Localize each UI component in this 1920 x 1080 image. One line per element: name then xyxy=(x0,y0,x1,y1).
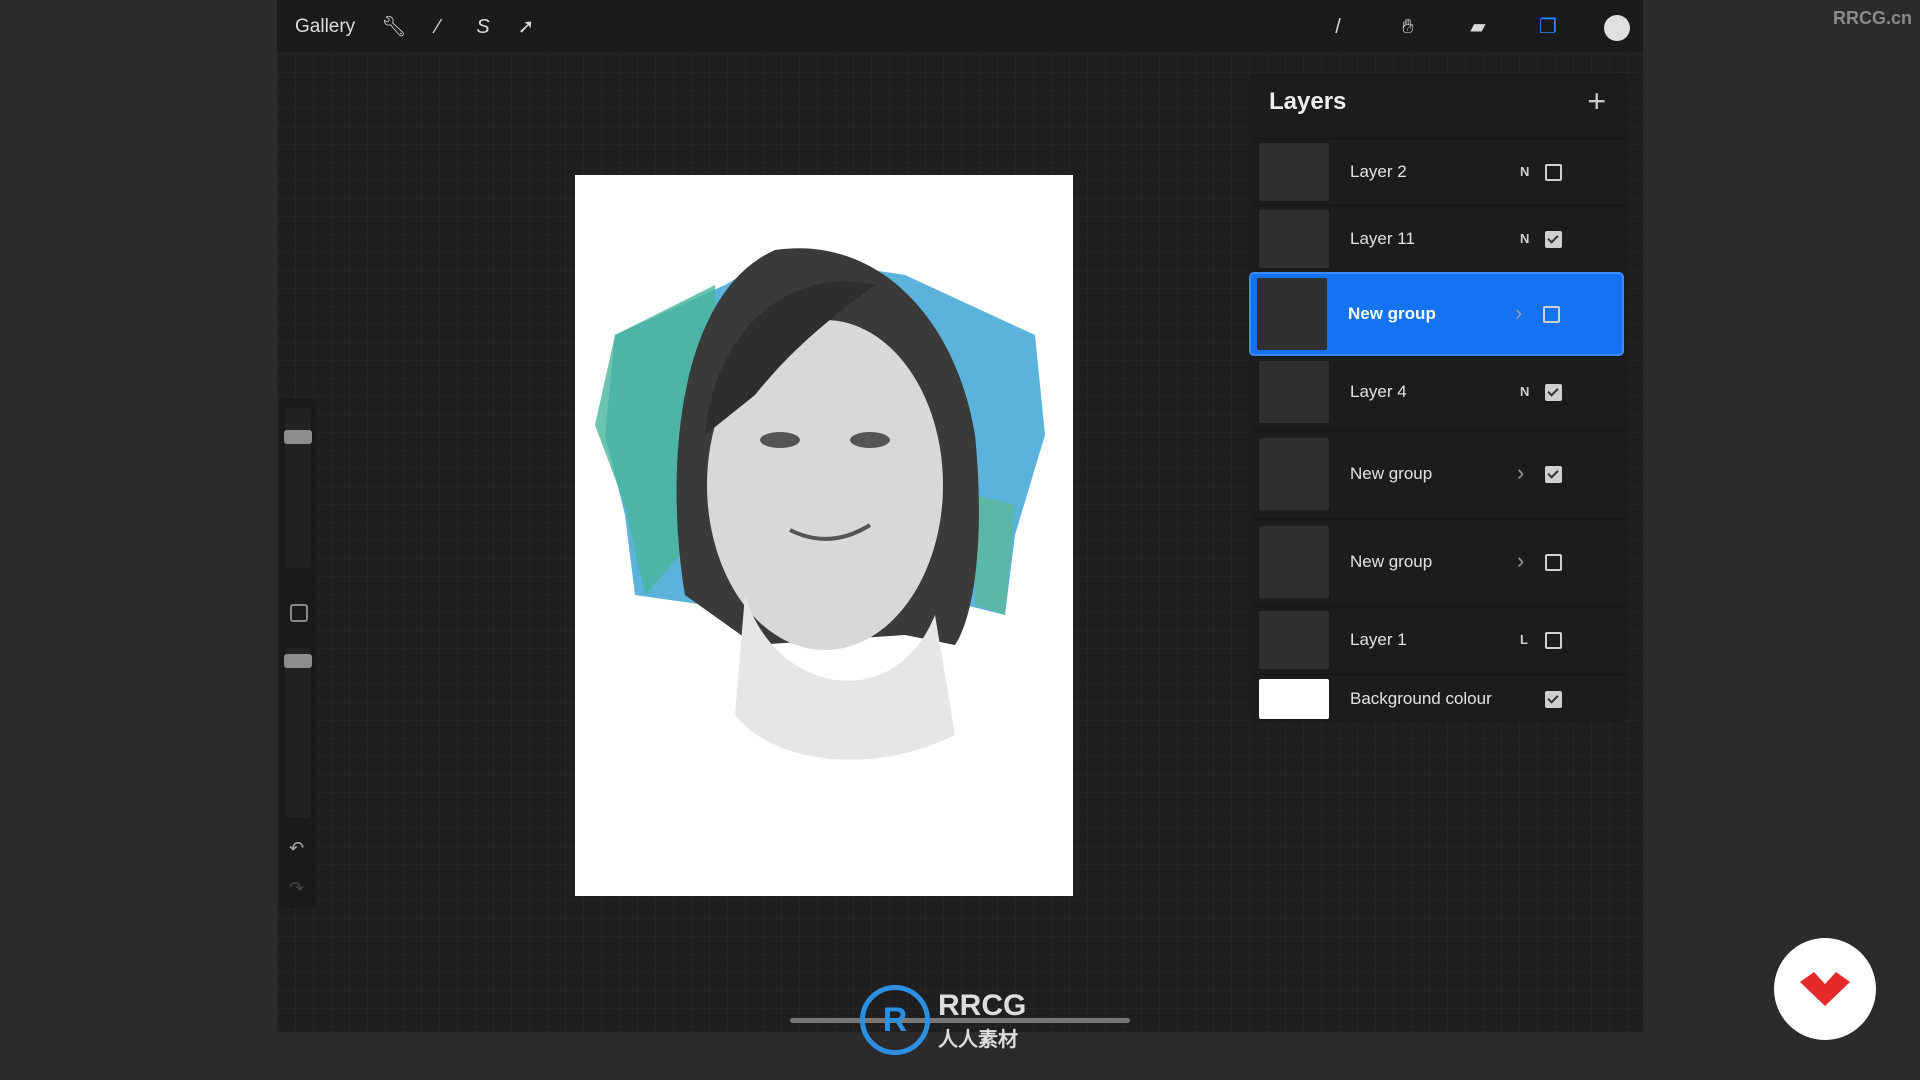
magic-wand-icon[interactable]: ⁄ xyxy=(425,14,451,40)
brush-icon[interactable]: / xyxy=(1325,14,1351,40)
layer-thumbnail xyxy=(1259,437,1329,510)
app-logo-button[interactable] xyxy=(1774,938,1876,1040)
layer-row[interactable]: Layer 11 N xyxy=(1253,205,1624,272)
transform-arrow-icon[interactable]: ➚ xyxy=(513,14,539,40)
procreate-app: Gallery 🔧︎ ⁄ S ➚ / ✋︎ ▰ ❐ ↶ ↷ Layers + L… xyxy=(277,0,1643,1032)
blend-mode-button[interactable]: N xyxy=(1520,384,1529,399)
logo-subtext: 人人素材 xyxy=(938,1028,1018,1051)
selection-icon[interactable]: S xyxy=(470,14,496,40)
layer-row[interactable]: Background colour xyxy=(1253,674,1624,723)
visibility-checkbox[interactable] xyxy=(1545,231,1562,248)
layer-row[interactable]: Layer 4 N xyxy=(1253,356,1624,427)
top-toolbar: Gallery 🔧︎ ⁄ S ➚ / ✋︎ ▰ ❐ xyxy=(277,0,1643,52)
left-sidebar: ↶ ↷ xyxy=(279,398,316,908)
layer-row[interactable]: New group › xyxy=(1249,272,1624,356)
layer-thumbnail xyxy=(1259,679,1329,719)
layer-name: New group xyxy=(1348,304,1436,323)
layers-icon[interactable]: ❐ xyxy=(1535,14,1561,40)
add-layer-button[interactable]: + xyxy=(1587,83,1606,120)
visibility-checkbox[interactable] xyxy=(1545,384,1562,401)
smudge-icon[interactable]: ✋︎ xyxy=(1395,14,1421,40)
layer-row[interactable]: New group › xyxy=(1253,430,1624,516)
layer-thumbnail xyxy=(1259,210,1329,268)
layer-name: New group xyxy=(1350,463,1433,483)
layer-thumbnail xyxy=(1259,611,1329,669)
visibility-checkbox[interactable] xyxy=(1545,554,1562,571)
drawing-canvas[interactable] xyxy=(575,175,1073,896)
layer-thumbnail xyxy=(1259,526,1329,598)
layer-name: New group xyxy=(1350,552,1433,571)
layer-row[interactable]: Layer 1 L xyxy=(1253,606,1624,673)
chevron-right-icon[interactable]: › xyxy=(1517,460,1524,486)
blend-mode-button[interactable]: N xyxy=(1520,231,1529,246)
blend-mode-button[interactable]: L xyxy=(1520,632,1528,647)
undo-icon[interactable]: ↶ xyxy=(289,838,304,859)
wrench-icon[interactable]: 🔧︎ xyxy=(381,14,407,40)
layer-thumbnail xyxy=(1259,143,1329,201)
rrcg-logo: R RRCG 人人素材 xyxy=(860,985,1026,1055)
chevron-right-icon[interactable]: › xyxy=(1517,548,1524,574)
rrcg-logo-icon: R xyxy=(860,985,930,1055)
watermark: RRCG.cn xyxy=(1832,8,1912,28)
heart-logo-icon xyxy=(1800,972,1850,1006)
gallery-button[interactable]: Gallery xyxy=(295,16,355,38)
layers-title: Layers xyxy=(1269,88,1347,115)
opacity-handle[interactable] xyxy=(284,654,312,668)
visibility-checkbox[interactable] xyxy=(1545,164,1562,181)
layer-name: Background colour xyxy=(1350,689,1492,708)
layer-thumbnail xyxy=(1257,278,1327,350)
chevron-right-icon[interactable]: › xyxy=(1515,300,1522,326)
portrait-artwork xyxy=(595,248,1045,760)
layer-name: Layer 11 xyxy=(1350,229,1415,248)
layer-name: Layer 4 xyxy=(1350,382,1407,401)
redo-icon[interactable]: ↷ xyxy=(289,878,304,899)
eraser-icon[interactable]: ▰ xyxy=(1465,14,1491,40)
brush-size-handle[interactable] xyxy=(284,430,312,444)
color-swatch-icon[interactable] xyxy=(1604,15,1630,41)
opacity-slider[interactable] xyxy=(285,648,311,818)
layer-thumbnail xyxy=(1259,361,1329,423)
visibility-checkbox[interactable] xyxy=(1543,306,1560,323)
layer-name: Layer 1 xyxy=(1350,630,1407,649)
layer-name: Layer 2 xyxy=(1350,162,1407,181)
logo-text: RRCG xyxy=(938,988,1027,1022)
layer-row[interactable]: New group › xyxy=(1253,519,1624,604)
visibility-checkbox[interactable] xyxy=(1545,632,1562,649)
layers-panel: Layers + Layer 2 N Layer 11 N New group › Laye… xyxy=(1249,73,1628,722)
visibility-checkbox[interactable] xyxy=(1545,465,1562,483)
modify-button[interactable] xyxy=(290,604,308,622)
layer-row[interactable]: Layer 2 N xyxy=(1253,138,1624,205)
blend-mode-button[interactable]: N xyxy=(1520,164,1529,179)
visibility-checkbox[interactable] xyxy=(1545,691,1562,708)
